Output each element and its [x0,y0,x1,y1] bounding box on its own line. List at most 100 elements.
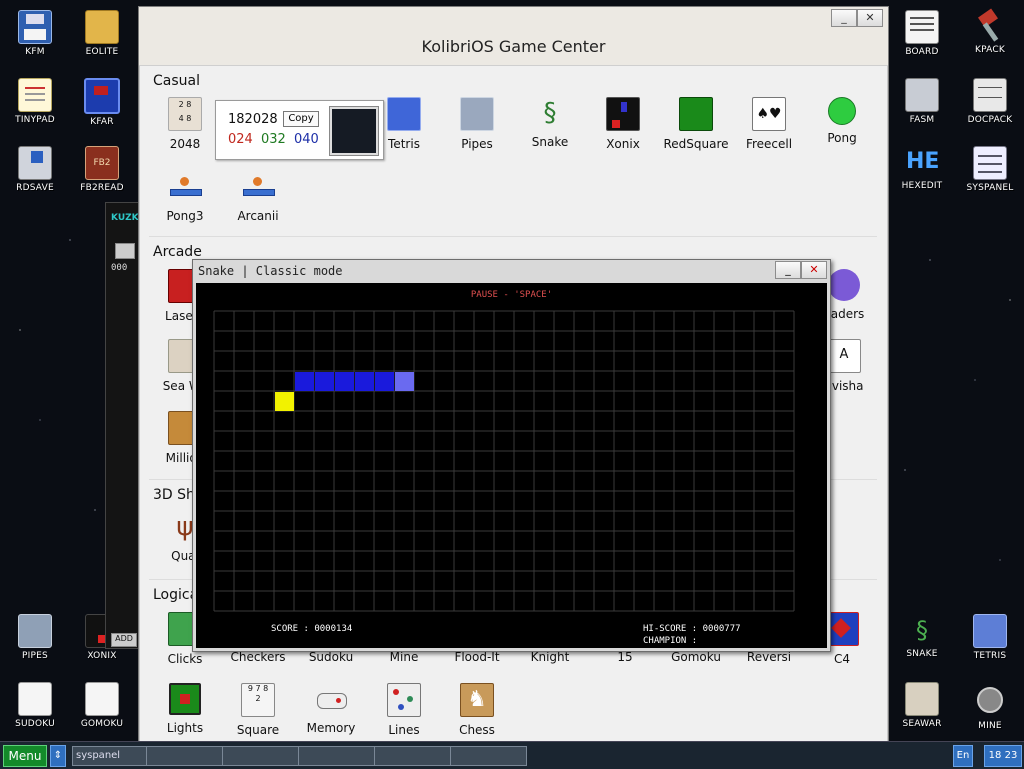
desktop-icon-snake[interactable]: § SNAKE [887,614,957,659]
task-slot[interactable] [450,746,527,766]
task-slot[interactable] [222,746,299,766]
color-swatch [329,106,379,156]
minimize-button[interactable]: _ [775,261,801,279]
close-button[interactable]: ✕ [801,261,827,279]
fasm-icon [905,78,939,112]
taskbar: Menu ⇕ syspanel En 18 23 [0,741,1024,769]
section-shooters: 3D Sh [153,487,195,503]
game-square[interactable]: 9 7 8 2 Square [221,683,295,737]
game-freecell[interactable]: ♠♥ Freecell [732,97,806,151]
gamepad-icon [315,683,347,715]
close-button[interactable]: ✕ [857,9,883,27]
game-field[interactable]: PAUSE - 'SPACE' SCORE : 0000134 HI-SCORE… [196,283,827,648]
square-grid-icon: 9 7 8 2 [241,683,275,717]
snake-window-title: Snake | Classic mode [198,264,343,278]
restart-icon[interactable] [115,243,135,259]
desktop-icon-mine[interactable]: MINE [955,682,1024,731]
hammer-icon [974,8,1006,42]
snake-segment [375,372,394,391]
desktop-icon-gomoku[interactable]: GOMOKU [67,682,137,729]
paddle-icon [242,171,275,203]
red-value: 024 [228,132,253,147]
desktop-icon-kfar[interactable]: KFAR [67,78,137,127]
xonix-icon [606,97,640,131]
pipes-icon [18,614,52,648]
game-snake[interactable]: § Snake [513,97,587,149]
desktop-icon-seawar[interactable]: SEAWAR [887,682,957,729]
key-icon: A [827,339,861,373]
game-lights[interactable]: Lights [148,683,222,735]
game-chess[interactable]: ♞ Chess [440,683,514,737]
snake-head [395,372,414,391]
desktop-icon-pipes[interactable]: PIPES [0,614,70,661]
game-redsquare[interactable]: RedSquare [659,97,733,151]
snake-segment [315,372,334,391]
champion-label: CHAMPION : [643,636,698,646]
language-indicator[interactable]: En [953,745,973,767]
desktop-icon-board[interactable]: BOARD [887,10,957,57]
desktop-icon-hexedit[interactable]: HE HEXEDIT [887,146,957,191]
background-window[interactable]: KUZK 000 ADD [105,202,139,649]
desktop-icon-sudoku[interactable]: SUDOKU [0,682,70,729]
task-slot[interactable] [298,746,375,766]
hexedit-icon: HE [906,149,940,174]
fb2-book-icon: FB2 [85,146,119,180]
paddle-icon [169,171,202,203]
game-arcanii[interactable]: Arcanii [221,171,295,223]
desktop-icon-fasm[interactable]: FASM [887,78,957,125]
desktop-icon-eolite[interactable]: EOLITE [67,10,137,57]
game-board [213,310,795,612]
ball-icon [828,97,856,125]
desktop-icon-kfm[interactable]: KFM [0,10,70,57]
color-picker-popup[interactable]: 182028 Copy 024 032 040 [215,100,384,160]
add-button[interactable]: ADD [111,633,137,647]
switch-arrows-icon[interactable]: ⇕ [50,745,66,767]
ufo-icon [828,269,860,301]
game-pong3[interactable]: Pong3 [148,171,222,223]
rgb-values: 024 032 040 [228,132,319,147]
kuzk-label: KUZK [111,213,139,223]
rdsave-icon [18,146,52,180]
snake-segment [355,372,374,391]
cabinet-icon [973,78,1007,112]
task-slot[interactable] [146,746,223,766]
clock: 18 23 [984,745,1022,767]
mine-icon [977,687,1003,713]
menu-button[interactable]: Menu [3,745,47,767]
snake-icon: § [916,616,928,644]
section-divider [149,236,877,237]
task-slot[interactable] [374,746,451,766]
game-memory[interactable]: Memory [294,683,368,735]
tetris-icon [973,614,1007,648]
game-pipes[interactable]: Pipes [440,97,514,151]
desktop-icon-tinypad[interactable]: TINYPAD [0,78,70,125]
desktop-icon-kpack[interactable]: KPACK [955,8,1024,55]
chess-knight-icon: ♞ [460,683,494,717]
score-label: SCORE : 0000134 [271,624,353,634]
blue-value: 040 [293,132,319,147]
hex-value[interactable]: 182028 [228,112,278,127]
pipes-icon [460,97,494,131]
desktop-icon-syspanel[interactable]: SYSPANEL [955,146,1024,193]
kfar-icon [84,78,120,114]
desktop-icon-docpack[interactable]: DOCPACK [955,78,1024,125]
lights-icon [169,683,201,715]
game-2048[interactable]: 2 84 8 2048 [148,97,222,151]
desktop-icon-rdsave[interactable]: RDSAVE [0,146,70,193]
section-arcade: Arcade [153,244,202,260]
sudoku-icon [18,682,52,716]
green-value: 032 [260,132,286,147]
board-icon [905,10,939,44]
snake-window[interactable]: Snake | Classic mode _ ✕ PAUSE - 'SPACE'… [192,259,831,652]
game-pong[interactable]: Pong [805,97,879,145]
desktop-icon-tetris[interactable]: TETRIS [955,614,1024,661]
snake-segment [295,372,314,391]
task-syspanel[interactable]: syspanel [72,746,147,766]
sliders-icon [973,146,1007,180]
minimize-button[interactable]: _ [831,9,857,27]
copy-button[interactable]: Copy [283,111,319,127]
game-lines[interactable]: Lines [367,683,441,737]
desktop-icon-fb2read[interactable]: FB2 FB2READ [67,146,137,193]
game-xonix[interactable]: Xonix [586,97,660,151]
game-center-titlebar[interactable]: _ ✕ KolibriOS Game Center [139,7,888,66]
